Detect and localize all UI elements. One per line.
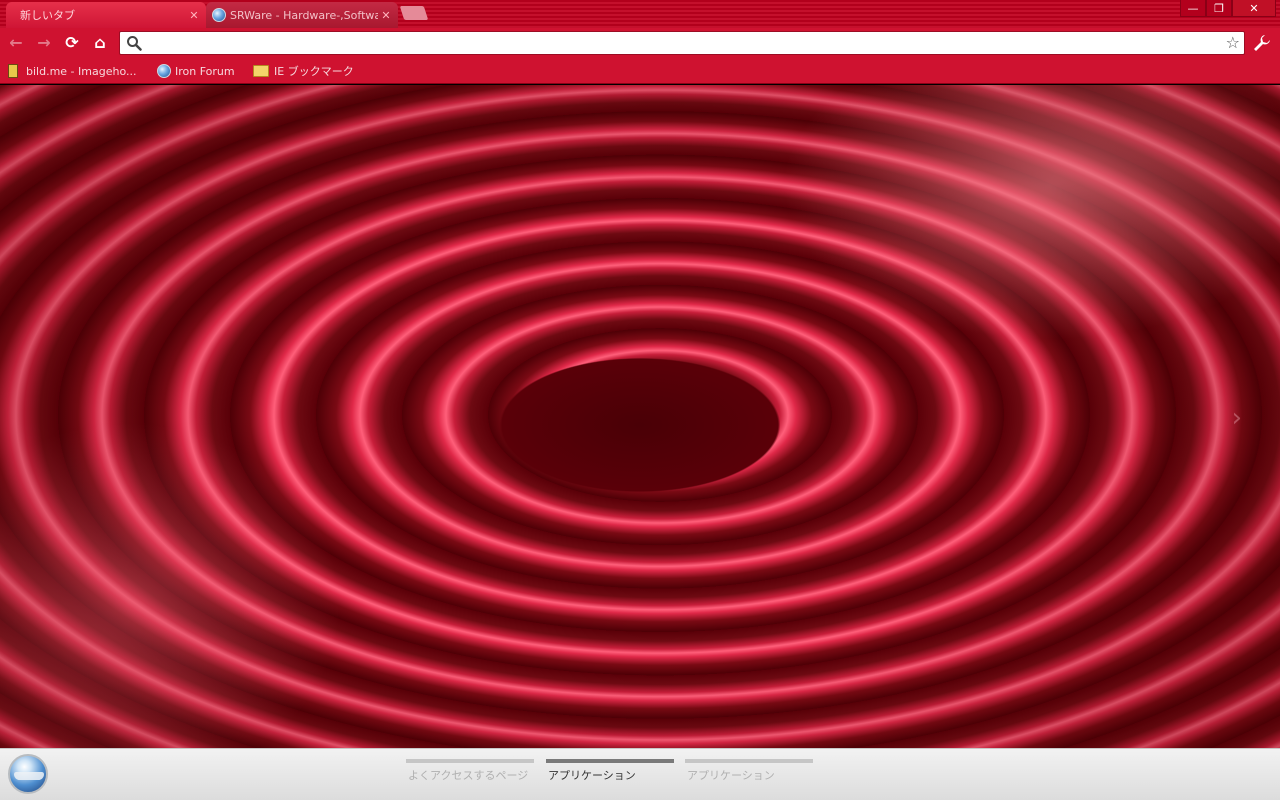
home-button[interactable]: ⌂ <box>90 34 110 52</box>
reload-button[interactable]: ⟳ <box>62 34 82 52</box>
bookmark-label: IE ブックマーク <box>274 65 354 78</box>
tab-apps[interactable]: アプリケーション <box>546 759 674 789</box>
page-icon <box>8 64 18 78</box>
back-button[interactable]: ← <box>6 34 26 52</box>
title-bar: 新しいタブ ✕ SRWare - Hardware-,Software ✕ — … <box>0 0 1280 28</box>
bookmark-iron-forum[interactable]: Iron Forum <box>157 62 235 80</box>
folder-icon <box>253 65 269 77</box>
bookmarks-bar: bild.me - Imageho... Iron Forum IE ブックマー… <box>0 58 1280 84</box>
minimize-button[interactable]: — <box>1180 0 1206 17</box>
globe-favicon-icon <box>157 64 171 78</box>
bookmark-label: Iron Forum <box>175 64 235 78</box>
new-tab-page-background: › <box>0 85 1280 748</box>
tab-close-icon[interactable]: ✕ <box>186 9 202 22</box>
new-tab-button[interactable] <box>399 6 429 20</box>
tab-most-visited[interactable]: よくアクセスするページ <box>406 759 534 789</box>
tab-srware[interactable]: SRWare - Hardware-,Software ✕ <box>206 2 398 28</box>
tab-title: 新しいタブ <box>20 9 75 22</box>
close-window-button[interactable]: ✕ <box>1232 0 1276 17</box>
tab-title: SRWare - Hardware-,Software <box>230 8 378 22</box>
new-tab-footer: よくアクセスするページ アプリケーション アプリケーション <box>0 748 1280 800</box>
iron-logo <box>8 754 48 794</box>
window-controls: — ❐ ✕ <box>1180 0 1276 17</box>
toolbar: ← → ⟳ ⌂ ☆ <box>0 28 1280 58</box>
tab-apps-2[interactable]: アプリケーション <box>685 759 813 789</box>
wrench-menu-icon[interactable] <box>1252 33 1272 53</box>
search-icon <box>127 36 142 51</box>
tab-new-tab[interactable]: 新しいタブ ✕ <box>6 2 206 28</box>
bookmark-star-icon[interactable]: ☆ <box>1226 33 1240 52</box>
globe-favicon-icon <box>212 8 226 22</box>
omnibox[interactable]: ☆ <box>119 31 1245 55</box>
tab-close-icon[interactable]: ✕ <box>378 9 394 22</box>
restore-button[interactable]: ❐ <box>1206 0 1232 17</box>
next-page-arrow-icon[interactable]: › <box>1232 403 1242 433</box>
bookmark-bildme[interactable]: bild.me - Imageho... <box>8 62 136 80</box>
bookmark-label: bild.me - Imageho... <box>26 64 137 78</box>
address-input[interactable] <box>144 34 1214 52</box>
forward-button[interactable]: → <box>34 34 54 52</box>
bookmark-folder-ie[interactable]: IE ブックマーク <box>253 62 354 80</box>
